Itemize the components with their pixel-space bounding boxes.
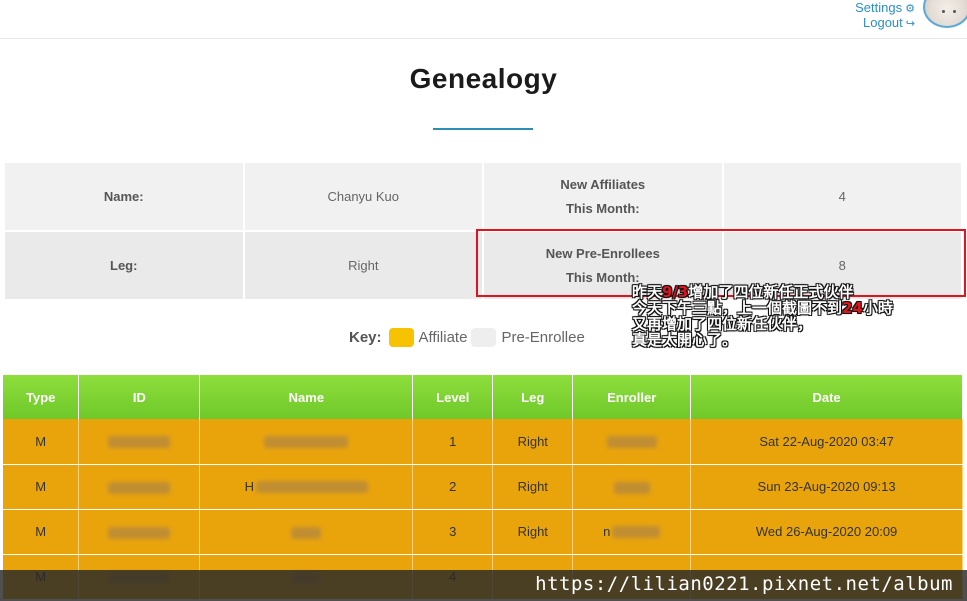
new-affiliates-label-line1: New Affiliates [560, 176, 646, 192]
cell-id [78, 509, 201, 555]
column-header-leg[interactable]: Leg [492, 375, 574, 419]
cell-name: H [199, 464, 414, 510]
cell-type: M [3, 509, 80, 555]
redacted-enroller [606, 436, 657, 449]
annotation-line-3: 又再增加了四位新任伙伴， [632, 315, 813, 333]
title-underline [433, 128, 533, 130]
cell-date: Wed 26-Aug-2020 20:09 [690, 509, 963, 555]
redacted-id [108, 481, 171, 494]
column-header-id[interactable]: ID [78, 375, 201, 419]
cell-leg: Right [492, 419, 574, 465]
page-title: Genealogy [409, 63, 558, 94]
cell-id [78, 419, 201, 465]
sign-out-icon: ↪ [905, 18, 915, 30]
redacted-enroller [613, 481, 650, 494]
redacted-name [264, 436, 349, 449]
top-bar: Settings ⚙ Logout ↪ [0, 0, 967, 39]
cell-level: 1 [412, 419, 494, 465]
pre-enrollee-swatch [471, 327, 497, 347]
logout-link[interactable]: Logout ↪ [855, 16, 915, 31]
table-row[interactable]: M H 2 Right Sun 23-Aug-2020 09:13 [3, 464, 963, 510]
pre-enrollee-key-label: Pre-Enrollee [501, 328, 585, 346]
name-value: Chanyu Kuo [242, 161, 485, 232]
table-row[interactable]: M 3 Right n Wed 26-Aug-2020 20:09 [3, 509, 963, 555]
key-label: Key: [349, 328, 382, 346]
gear-icon: ⚙ [905, 3, 915, 15]
cell-name [199, 509, 414, 555]
watermark-text: https://lilian0221.pixnet.net/album [535, 573, 953, 595]
column-header-type[interactable]: Type [3, 375, 80, 419]
account-links: Settings ⚙ Logout ↪ [855, 1, 915, 31]
new-affiliates-label-line2: This Month: [565, 200, 640, 216]
name-label: Name: [3, 161, 245, 232]
summary-row-name: Name: Chanyu Kuo New Affiliates This Mon… [3, 161, 964, 232]
cell-level: 2 [412, 464, 494, 510]
avatar[interactable] [923, 0, 967, 28]
column-header-enroller[interactable]: Enroller [572, 375, 692, 419]
legend-key: Key: Affiliate Pre-Enrollee [349, 326, 589, 348]
annotation-line-2b: 24 [842, 299, 863, 317]
annotation-line-2c: 小時 [862, 299, 893, 317]
column-header-level[interactable]: Level [412, 375, 494, 419]
genealogy-table: Type ID Name Level Leg Enroller Date M 1… [3, 375, 963, 600]
annotation-line-2: 今天下午三點，上一個截圖不到24小時 [632, 300, 893, 316]
leg-value: Right [242, 230, 485, 301]
cell-id [78, 464, 201, 510]
redacted-id [108, 436, 171, 449]
cell-enroller [572, 419, 692, 465]
new-affiliates-label: New Affiliates This Month: [482, 161, 724, 232]
redacted-name [291, 526, 322, 539]
cell-date: Sat 22-Aug-2020 03:47 [690, 419, 963, 465]
settings-label: Settings [855, 0, 903, 15]
leg-label: Leg: [3, 230, 245, 301]
cell-date: Sun 23-Aug-2020 09:13 [690, 464, 963, 510]
cell-leg: Right [492, 464, 574, 510]
cell-type: M [3, 464, 80, 510]
cell-enroller: n [572, 509, 692, 555]
cell-type: M [3, 419, 80, 465]
cell-level: 3 [412, 509, 494, 555]
table-header-row: Type ID Name Level Leg Enroller Date [3, 375, 963, 419]
name-visible-letter: H [244, 479, 255, 494]
partially-redacted-name: H [244, 479, 369, 494]
column-header-name[interactable]: Name [199, 375, 414, 419]
settings-link[interactable]: Settings ⚙ [855, 1, 915, 16]
enroller-visible-letter: n [603, 524, 611, 539]
redacted-enroller [612, 525, 661, 538]
annotation-text: 昨天9/3增加了四位新任正式伙伴 今天下午三點，上一個截圖不到24小時 又再增加… [632, 284, 893, 348]
column-header-date[interactable]: Date [690, 375, 963, 419]
affiliate-swatch [388, 327, 414, 347]
table-row[interactable]: M 1 Right Sat 22-Aug-2020 03:47 [3, 419, 963, 465]
summary-table: Name: Chanyu Kuo New Affiliates This Mon… [3, 161, 964, 301]
watermark-bar: https://lilian0221.pixnet.net/album [0, 570, 967, 601]
logout-label: Logout [863, 15, 903, 30]
new-affiliates-value: 4 [721, 161, 964, 232]
avatar-eye-right [953, 10, 956, 13]
avatar-eye-left [942, 10, 945, 13]
annotation-line-1: 昨天9/3增加了四位新任正式伙伴 [632, 284, 893, 300]
affiliate-key-label: Affiliate [418, 328, 468, 346]
partially-redacted-enroller: n [603, 524, 661, 539]
cell-enroller [572, 464, 692, 510]
annotation-line-4: 真是太開心了。 [632, 331, 738, 349]
redacted-name [256, 480, 369, 493]
new-pre-enrollees-label-line1: New Pre-Enrollees [545, 245, 660, 261]
cell-name [199, 419, 414, 465]
cell-leg: Right [492, 509, 574, 555]
redacted-id [108, 526, 171, 539]
